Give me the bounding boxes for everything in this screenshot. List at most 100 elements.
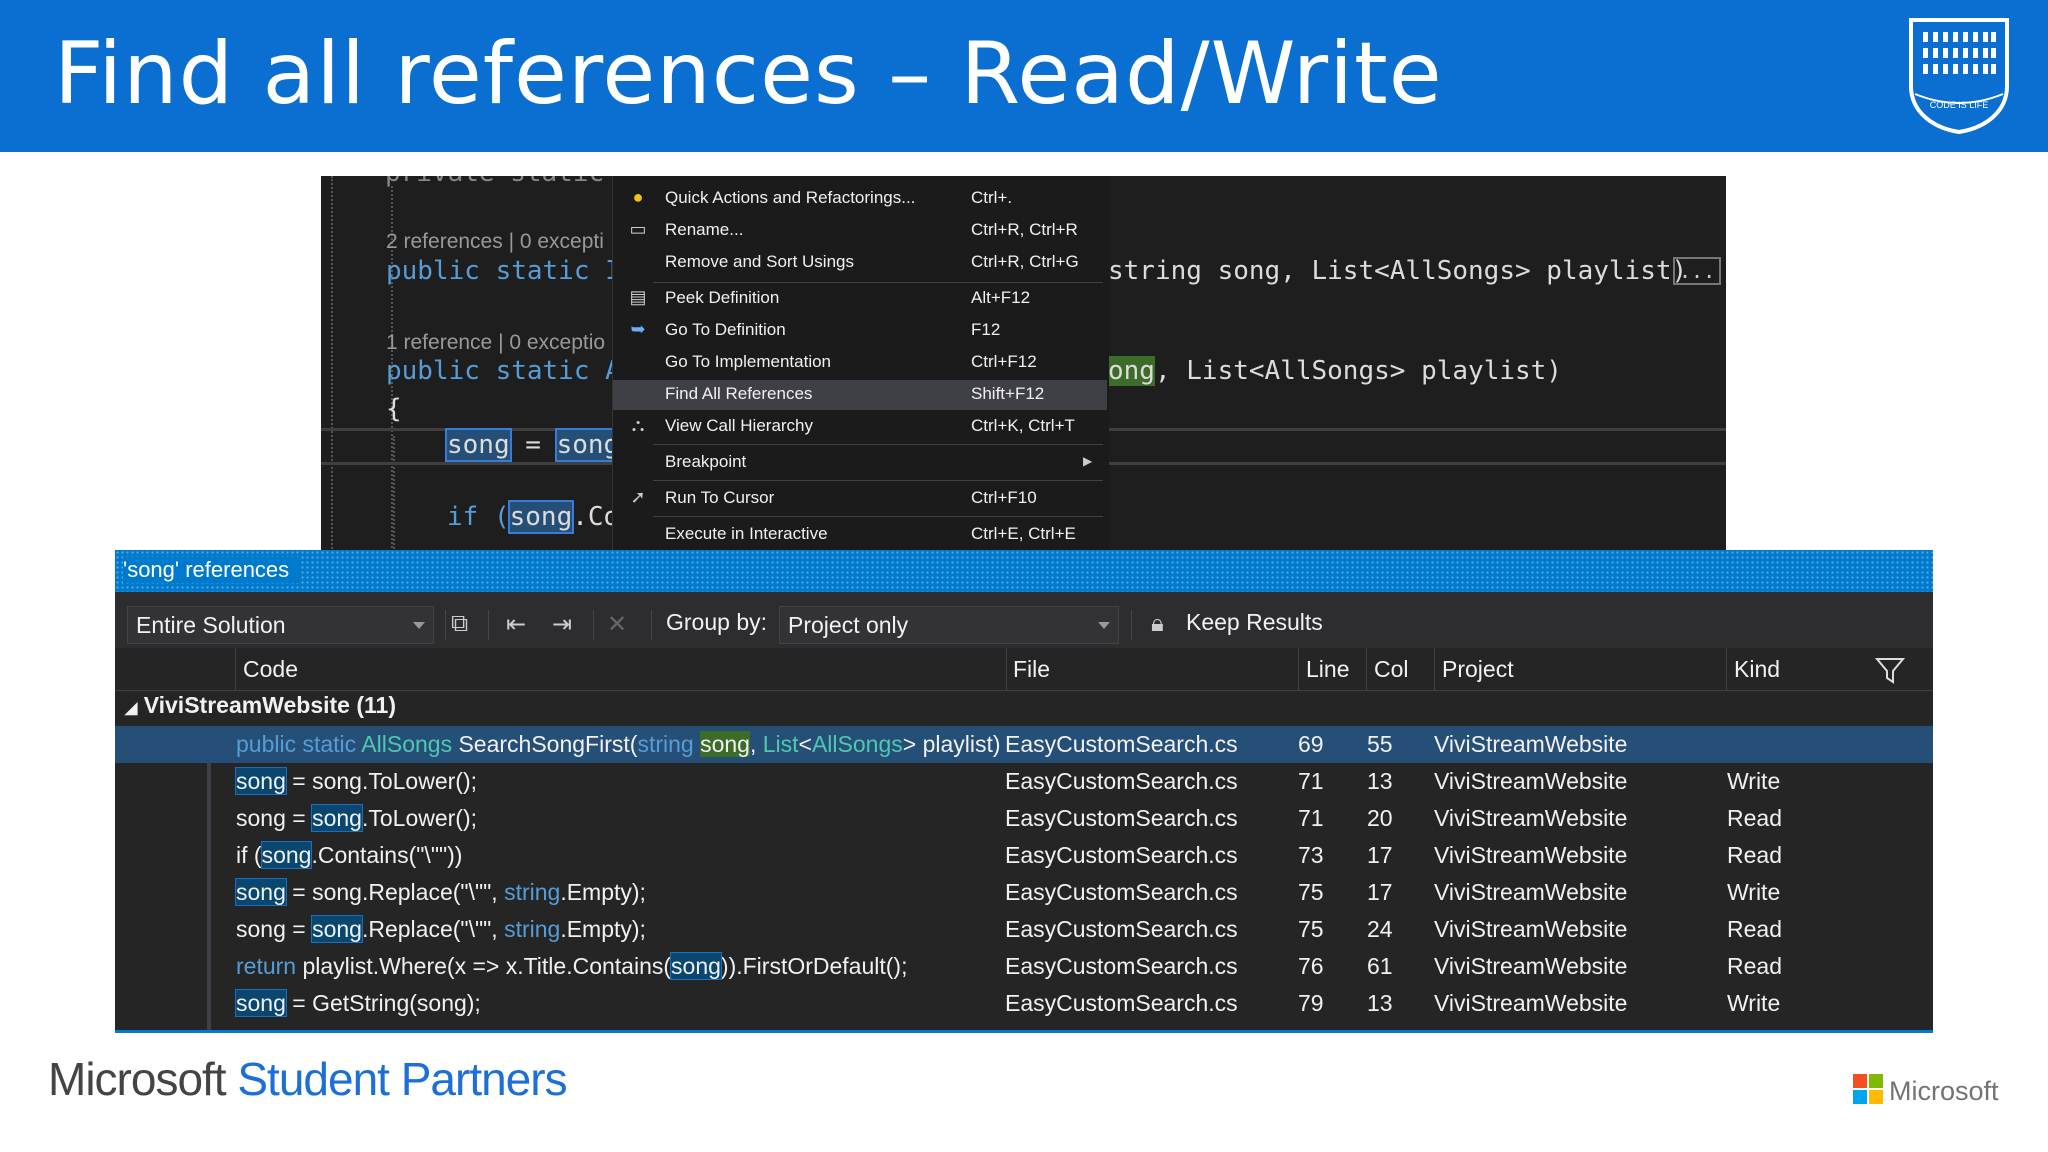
- panel-title-bar[interactable]: 'song' references: [115, 550, 1933, 592]
- group-label: ViviStreamWebsite (11): [143, 692, 396, 718]
- reference-kind: Read: [1727, 805, 1782, 831]
- reference-file: EasyCustomSearch.cs: [1005, 768, 1238, 794]
- collapsed-code-ellipsis[interactable]: ...: [1673, 257, 1722, 285]
- reference-row[interactable]: song = song.ToLower(); EasyCustomSearch.…: [115, 800, 1933, 837]
- code-token: string: [504, 879, 561, 905]
- cursor-icon: ➚: [630, 487, 646, 507]
- group-by-dropdown[interactable]: Project only: [779, 606, 1119, 644]
- reference-project: ViviStreamWebsite: [1434, 768, 1628, 794]
- reference-line: 73: [1298, 842, 1324, 868]
- menu-item-remove-sort-usings[interactable]: Remove and Sort Usings Ctrl+R, Ctrl+G: [613, 248, 1107, 278]
- menu-item-rename[interactable]: ▭ Rename... Ctrl+R, Ctrl+R: [613, 216, 1107, 246]
- reference-row[interactable]: public static AllSongs SearchSongFirst(s…: [115, 726, 1933, 763]
- previous-location-icon[interactable]: ⇤: [506, 610, 526, 639]
- column-separator: [235, 648, 236, 690]
- menu-item-quick-actions[interactable]: ● Quick Actions and Refactorings... Ctrl…: [613, 184, 1107, 214]
- menu-item-find-all-references[interactable]: Find All References Shift+F12: [613, 380, 1107, 410]
- reference-row[interactable]: song = GetString(song); EasyCustomSearch…: [115, 985, 1933, 1022]
- reference-project: ViviStreamWebsite: [1434, 916, 1628, 942]
- menu-item-execute-interactive[interactable]: Execute in Interactive Ctrl+E, Ctrl+E: [613, 520, 1107, 550]
- filter-icon[interactable]: [1875, 656, 1905, 684]
- reference-line: 75: [1298, 879, 1324, 905]
- reference-col: 17: [1367, 842, 1393, 868]
- code-token: SearchSongFirst(: [452, 731, 638, 757]
- column-header-code[interactable]: Code: [243, 656, 298, 683]
- goto-definition-icon: ➥: [630, 319, 646, 339]
- reference-file: EasyCustomSearch.cs: [1005, 953, 1238, 979]
- reference-row[interactable]: song = song.Replace("\"", string.Empty);…: [115, 874, 1933, 911]
- menu-item-shortcut: F12: [971, 320, 1001, 339]
- keep-results-button[interactable]: Keep Results: [1186, 609, 1323, 636]
- highlighted-song-token: song: [554, 428, 622, 462]
- code-token: if (: [236, 842, 262, 868]
- lightbulb-icon: ●: [632, 187, 644, 207]
- reference-row[interactable]: return playlist.Where(x => x.Title.Conta…: [115, 948, 1933, 985]
- slide-title: Find all references – Read/Write: [54, 24, 1443, 124]
- menu-item-run-to-cursor[interactable]: ➚ Run To Cursor Ctrl+F10: [613, 484, 1107, 514]
- menu-item-peek-definition[interactable]: ▤ Peek Definition Alt+F12: [613, 284, 1107, 314]
- code-token: song: [700, 731, 750, 757]
- code-is-life-badge: CODE IS LIFE: [1909, 18, 2009, 134]
- reference-kind: Write: [1727, 990, 1781, 1016]
- menu-item-go-to-implementation[interactable]: Go To Implementation Ctrl+F12: [613, 348, 1107, 378]
- group-header[interactable]: ◢ ViviStreamWebsite (11): [125, 692, 396, 719]
- chevron-down-icon: [1098, 622, 1110, 629]
- code-token: AllSongs: [811, 731, 903, 757]
- reference-row[interactable]: song = song.Replace("\"", string.Empty);…: [115, 911, 1933, 948]
- code-line-4: if (song.Co: [447, 500, 619, 534]
- codelens-references[interactable]: 1 reference | 0 exceptio: [386, 331, 605, 355]
- reference-file: EasyCustomSearch.cs: [1005, 805, 1238, 831]
- code-token: song: [235, 767, 287, 795]
- column-separator: [1006, 648, 1007, 690]
- reference-col: 24: [1367, 916, 1393, 942]
- column-separator: [1298, 648, 1299, 690]
- highlighted-song-token: ong: [1108, 356, 1155, 386]
- reference-file: EasyCustomSearch.cs: [1005, 731, 1238, 757]
- student-partners-logo: Microsoft Student Partners: [48, 1052, 568, 1106]
- menu-item-label: Find All References: [665, 384, 813, 403]
- reference-col: 20: [1367, 805, 1393, 831]
- code-token: List: [762, 731, 799, 757]
- toolbar-divider: [1131, 610, 1132, 640]
- column-header-kind[interactable]: Kind: [1734, 656, 1780, 683]
- reference-code: song = GetString(song);: [235, 989, 481, 1017]
- column-header-file[interactable]: File: [1013, 656, 1050, 683]
- group-by-label: Group by:: [666, 609, 767, 635]
- code-token: string: [504, 916, 561, 942]
- toolbar-divider: [651, 610, 652, 640]
- menu-item-shortcut: Ctrl+K, Ctrl+T: [971, 416, 1075, 435]
- menu-item-view-call-hierarchy[interactable]: ⛬ View Call Hierarchy Ctrl+K, Ctrl+T: [613, 412, 1107, 442]
- scope-dropdown[interactable]: Entire Solution: [127, 606, 434, 644]
- reference-line: 71: [1298, 805, 1324, 831]
- next-location-icon[interactable]: ⇥: [552, 610, 572, 639]
- reference-file: EasyCustomSearch.cs: [1005, 990, 1238, 1016]
- menu-item-label: Go To Implementation: [665, 352, 831, 371]
- menu-item-label: Peek Definition: [665, 288, 780, 307]
- logo-square-red: [1853, 1074, 1867, 1088]
- reference-file: EasyCustomSearch.cs: [1005, 916, 1238, 942]
- reference-col: 13: [1367, 768, 1393, 794]
- reference-row[interactable]: song = song.ToLower(); EasyCustomSearch.…: [115, 763, 1933, 800]
- clear-filter-icon[interactable]: ✕: [607, 610, 627, 639]
- menu-item-breakpoint[interactable]: Breakpoint ▶: [613, 448, 1107, 478]
- column-header-col[interactable]: Col: [1374, 656, 1409, 683]
- column-header-project[interactable]: Project: [1442, 656, 1514, 683]
- lock-icon[interactable]: 🔒︎: [1151, 610, 1164, 638]
- highlighted-song-token: song: [445, 428, 512, 462]
- codelens-references[interactable]: 2 references | 0 excepti: [386, 230, 604, 254]
- reference-project: ViviStreamWebsite: [1434, 879, 1628, 905]
- reference-col: 61: [1367, 953, 1393, 979]
- reference-file: EasyCustomSearch.cs: [1005, 842, 1238, 868]
- code-brace: {: [386, 394, 402, 424]
- logo-text-microsoft: Microsoft: [48, 1053, 227, 1105]
- code-token: if (: [447, 502, 510, 532]
- column-header-line[interactable]: Line: [1306, 656, 1349, 683]
- reference-project: ViviStreamWebsite: [1434, 805, 1628, 831]
- code-line-1: public static I: [386, 256, 621, 286]
- collapse-triangle-icon: ◢: [125, 700, 138, 717]
- code-token: > playlist): [902, 731, 1001, 757]
- copy-icon[interactable]: ⧉: [451, 610, 468, 638]
- code-token: string song, List<AllSongs> playlist): [1108, 256, 1688, 286]
- reference-row[interactable]: if (song.Contains("\"")) EasyCustomSearc…: [115, 837, 1933, 874]
- menu-item-go-to-definition[interactable]: ➥ Go To Definition F12: [613, 316, 1107, 346]
